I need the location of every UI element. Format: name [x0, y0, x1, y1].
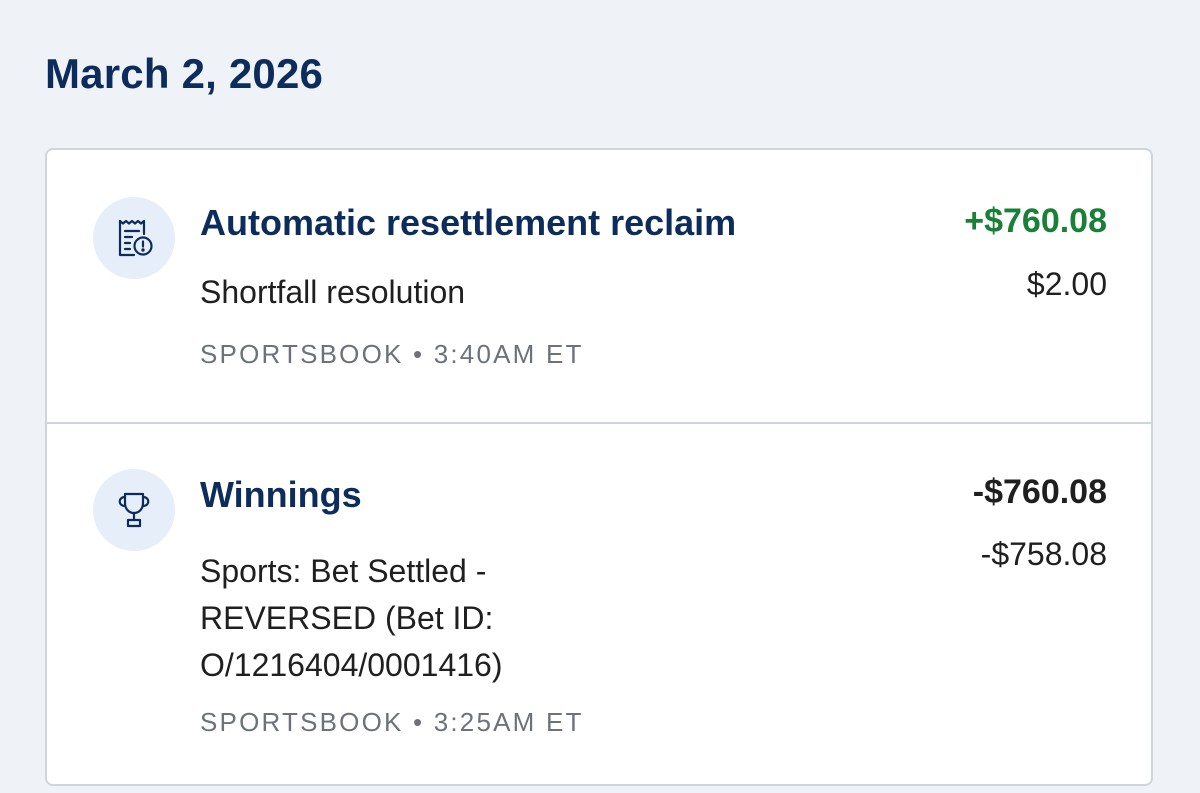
transaction-meta: SPORTSBOOK • 3:25AM ET [200, 707, 584, 737]
transaction-balance: -$758.08 [980, 536, 1107, 572]
receipt-alert-icon [93, 197, 175, 279]
transaction-description: Sports: Bet Settled - REVERSED (Bet ID: … [200, 548, 560, 689]
transaction-amount: +$760.08 [964, 202, 1107, 240]
trophy-icon [93, 469, 175, 551]
transaction-row[interactable]: Winnings Sports: Bet Settled - REVERSED … [47, 424, 1151, 784]
date-heading: March 2, 2026 [45, 50, 324, 97]
transaction-meta: SPORTSBOOK • 3:40AM ET [200, 339, 584, 369]
transactions-card: Automatic resettlement reclaim Shortfall… [45, 148, 1153, 786]
transaction-description: Shortfall resolution [200, 274, 466, 310]
transaction-title: Winnings [200, 474, 362, 515]
transaction-description-text: Sports: Bet Settled - REVERSED (Bet ID: … [200, 553, 503, 683]
transaction-title: Automatic resettlement reclaim [200, 202, 737, 243]
transaction-amount: -$760.08 [972, 473, 1107, 511]
transaction-row[interactable]: Automatic resettlement reclaim Shortfall… [47, 150, 1151, 422]
transaction-balance: $2.00 [1026, 266, 1107, 302]
